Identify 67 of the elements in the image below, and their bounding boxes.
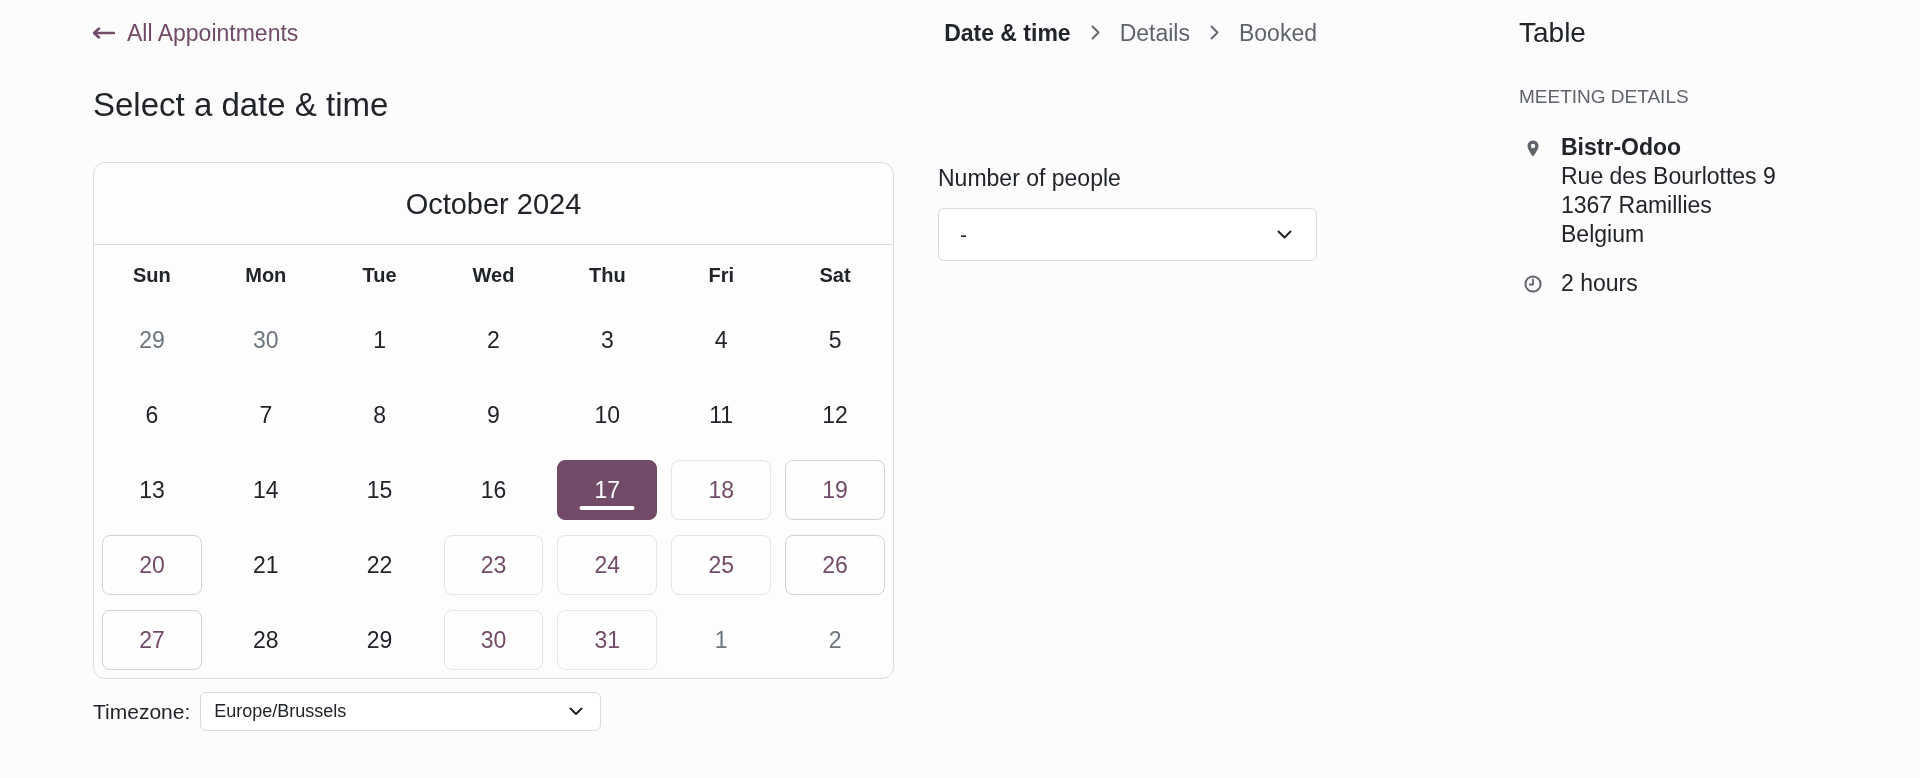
day-button[interactable]: 30 [443,610,544,670]
weekday-label: Thu [589,263,626,288]
day-number: 29 [139,325,165,355]
day-number: 28 [252,625,279,655]
underline-icon [579,506,635,510]
clock-icon [1524,274,1542,293]
day-button[interactable]: 20 [102,535,202,595]
day-number: 1 [373,325,387,355]
day-number: 10 [594,400,621,430]
day-number: 5 [828,325,842,355]
day-number: 7 [259,400,273,430]
left-arrow-icon [93,26,115,39]
day-number: 12 [822,400,848,430]
day-number: 15 [366,475,393,505]
day-number: 30 [252,325,279,355]
day-button[interactable]: 31 [557,610,658,670]
day-number: 9 [487,400,500,430]
location-name: Bistr-Odoo [1561,133,1682,162]
step-label: Details [1119,18,1190,48]
day-number: 13 [139,475,165,505]
day-number: 6 [145,400,159,430]
weekday-label: Tue [362,263,397,288]
address-line: Belgium [1561,220,1645,249]
day-button[interactable]: 23 [443,535,544,595]
day-button[interactable]: 18 [671,460,772,520]
duration-text: 2 hours [1561,269,1638,298]
appointment-title: Table [1519,16,1586,50]
weekday-label: Sat [819,263,851,288]
day-number: 1 [714,625,728,655]
address-line: 1367 Ramillies [1561,191,1712,220]
people-select[interactable]: - [938,208,1317,261]
day-button[interactable]: 24 [557,535,658,595]
day-button[interactable]: 17 [557,460,658,520]
weekday-label: Sun [133,263,171,288]
day-button[interactable]: 19 [785,460,885,520]
day-number: 21 [252,550,279,580]
day-number: 16 [480,475,507,505]
day-button[interactable]: 26 [785,535,885,595]
day-number: 8 [373,400,387,430]
section-heading: MEETING DETAILS [1519,85,1689,109]
day-number: 29 [366,625,393,655]
people-label: Number of people [938,164,1121,192]
timezone-select[interactable]: Europe/Brussels [200,692,602,731]
weekday-label: Wed [472,263,515,288]
weekday-label: Fri [708,263,734,288]
chevron-right-icon [1210,25,1219,40]
day-number: 22 [366,550,393,580]
day-number: 2 [828,625,842,655]
day-number: 4 [714,325,728,355]
weekday-label: Mon [245,263,287,288]
day-number: 2 [487,325,500,355]
day-button[interactable]: 27 [102,610,202,670]
map-pin-icon [1527,140,1539,157]
month-title: October 2024 [405,186,582,222]
step-label: Booked [1239,18,1317,48]
day-button[interactable]: 25 [671,535,772,595]
chevron-right-icon [1090,25,1100,40]
chevron-down-icon [1277,230,1292,239]
back-link[interactable]: All Appointments [93,17,299,48]
day-number: 11 [709,400,734,430]
page-heading: Select a date & time [93,85,389,125]
step-label: Date & time [944,18,1071,48]
day-number: 3 [600,325,614,355]
address-line: Rue des Bourlottes 9 [1561,162,1776,191]
timezone-label: Timezone: [93,698,191,725]
day-number: 14 [252,475,279,505]
chevron-down-icon [569,707,584,716]
